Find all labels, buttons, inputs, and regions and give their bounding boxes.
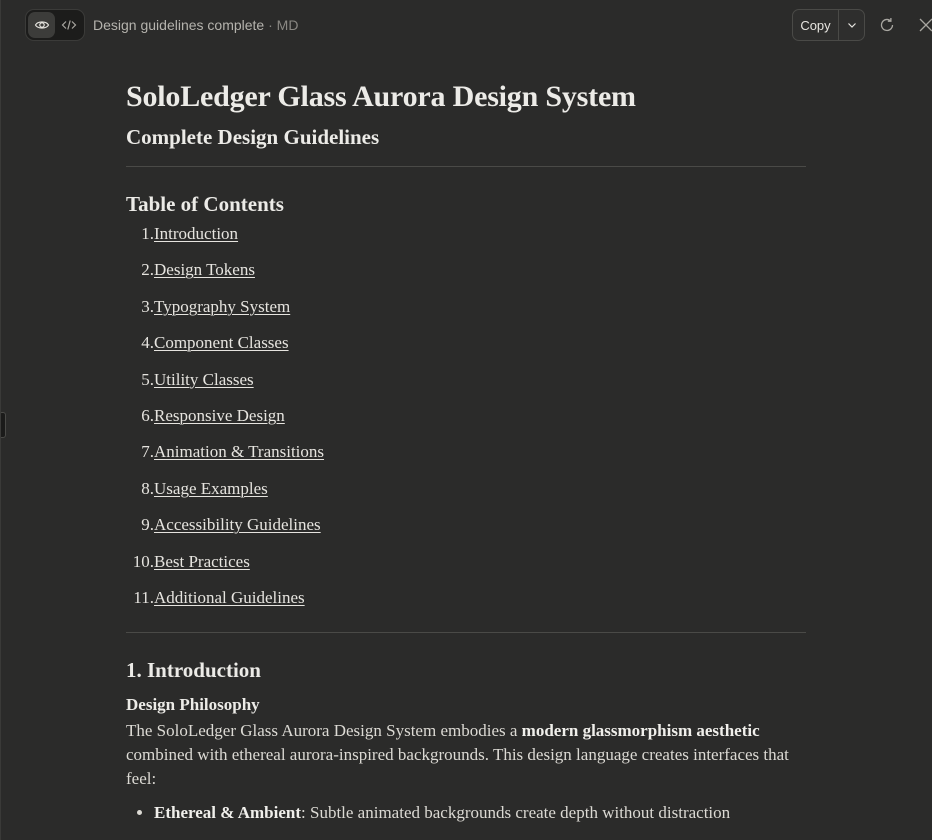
- toc-link[interactable]: Responsive Design: [154, 405, 285, 427]
- toc-link[interactable]: Introduction: [154, 223, 238, 245]
- list-item-term: Ethereal & Ambient: [154, 803, 302, 823]
- document-subtitle: Complete Design Guidelines: [126, 125, 380, 149]
- toc-link[interactable]: Usage Examples: [154, 478, 268, 500]
- toc-item-number: 5.: [141, 369, 154, 389]
- table-of-contents: 1. Introduction 2. Design Tokens 3. Typograph…: [126, 223, 806, 623]
- toc-item: 8. Usage Examples: [126, 478, 806, 514]
- copy-button[interactable]: Copy: [793, 10, 839, 40]
- code-view-button[interactable]: [55, 12, 82, 38]
- philosophy-bullets: Ethereal & Ambient: Subtle animated back…: [126, 801, 806, 825]
- toc-item-number: 7.: [141, 442, 154, 462]
- list-item-text: : Subtle animated backgrounds create dep…: [301, 803, 731, 823]
- toc-item-number: 3.: [141, 296, 154, 316]
- subsection-heading-design-philosophy: Design Philosophy: [126, 695, 260, 715]
- paragraph-emphasis: modern glassmorphism aesthetic: [521, 721, 760, 741]
- toc-item: 7. Animation & Transitions: [126, 441, 806, 477]
- code-icon: [61, 20, 76, 30]
- toc-item: 4. Component Classes: [126, 332, 806, 368]
- toc-item-number: 11.: [133, 587, 154, 607]
- toc-item-number: 9.: [141, 515, 154, 535]
- toc-link[interactable]: Design Tokens: [154, 259, 255, 281]
- refresh-button[interactable]: [875, 13, 899, 37]
- copy-options-button[interactable]: [839, 10, 864, 40]
- markdown-document: SoloLedger Glass Aurora Design System Co…: [126, 78, 806, 825]
- philosophy-paragraph: The SoloLedger Glass Aurora Design Syste…: [126, 719, 806, 791]
- toc-link[interactable]: Additional Guidelines: [154, 587, 305, 609]
- artifact-panel: Design guidelines complete · MD Copy Sol…: [0, 0, 932, 840]
- toc-item: 5. Utility Classes: [126, 369, 806, 405]
- toc-heading: Table of Contents: [126, 192, 284, 216]
- list-item: Ethereal & Ambient: Subtle animated back…: [154, 801, 806, 825]
- divider: [126, 632, 806, 634]
- copy-button-group: Copy: [792, 9, 865, 41]
- toc-item: 6. Responsive Design: [126, 405, 806, 441]
- toc-item: 2. Design Tokens: [126, 259, 806, 295]
- toc-link[interactable]: Accessibility Guidelines: [154, 514, 321, 536]
- resize-handle[interactable]: [1, 412, 6, 438]
- document-heading: SoloLedger Glass Aurora Design System: [126, 80, 636, 113]
- paragraph-text: combined with ethereal aurora-inspired b…: [126, 745, 789, 789]
- view-toggle: [25, 9, 85, 41]
- document-title: Design guidelines complete · MD: [93, 15, 298, 35]
- toc-item: 1. Introduction: [126, 223, 806, 259]
- toc-item-number: 8.: [141, 478, 154, 498]
- document-format: MD: [276, 17, 299, 33]
- toc-link[interactable]: Component Classes: [154, 332, 289, 354]
- toc-item: 3. Typography System: [126, 296, 806, 332]
- panel-header: Design guidelines complete · MD Copy: [1, 0, 932, 50]
- title-separator: ·: [268, 17, 273, 33]
- toc-item-number: 10.: [132, 551, 154, 571]
- chevron-down-icon: [847, 23, 856, 28]
- eye-icon: [34, 21, 49, 29]
- toc-link[interactable]: Utility Classes: [154, 369, 254, 391]
- toc-item-number: 4.: [141, 333, 154, 353]
- toc-item-number: 1.: [141, 224, 154, 243]
- close-button[interactable]: [914, 13, 932, 37]
- toc-link[interactable]: Best Practices: [154, 551, 250, 573]
- preview-button[interactable]: [28, 12, 55, 38]
- section-heading-introduction: 1. Introduction: [126, 658, 261, 683]
- document-name: Design guidelines complete: [93, 17, 265, 33]
- close-icon: [919, 18, 932, 32]
- divider: [126, 166, 806, 167]
- toc-item: 11. Additional Guidelines: [126, 587, 806, 623]
- toc-item: 10. Best Practices: [126, 551, 806, 587]
- toc-link[interactable]: Animation & Transitions: [154, 441, 324, 463]
- toc-item-number: 6.: [141, 405, 154, 425]
- toc-item: 9. Accessibility Guidelines: [126, 514, 806, 550]
- paragraph-text: The SoloLedger Glass Aurora Design Syste…: [126, 721, 522, 741]
- toc-link[interactable]: Typography System: [154, 296, 290, 318]
- toc-item-number: 2.: [141, 260, 154, 280]
- refresh-icon: [880, 18, 894, 32]
